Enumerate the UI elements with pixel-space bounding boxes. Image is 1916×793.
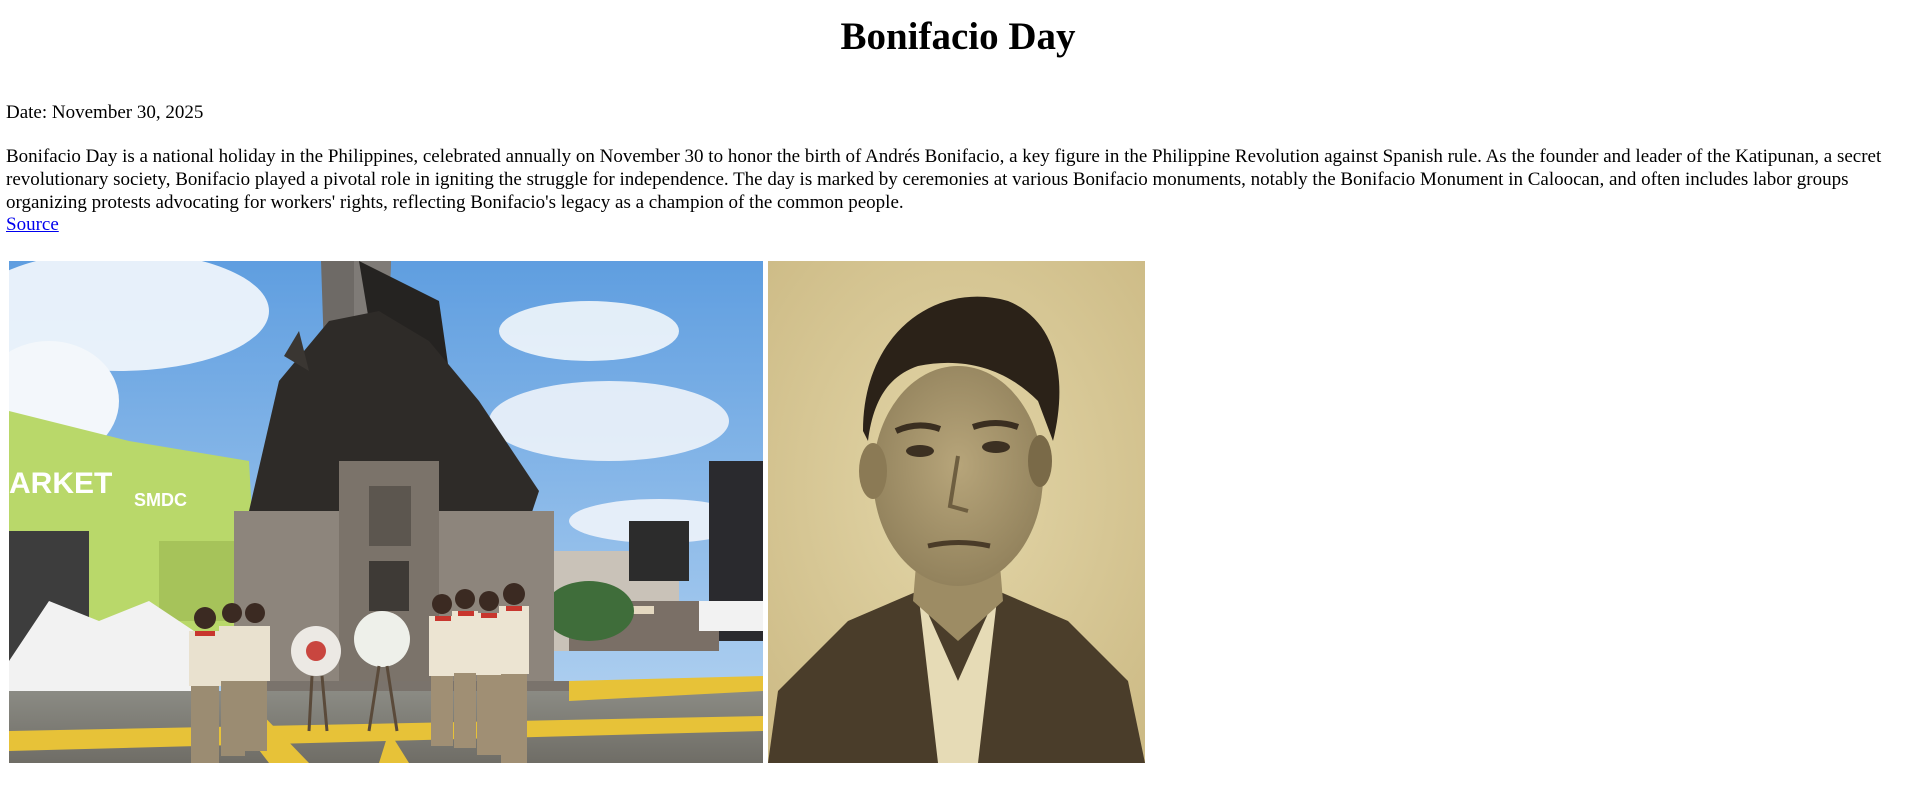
monument-illustration: ARKET SMDC <box>9 261 763 763</box>
bonifacio-monument-photo: ARKET SMDC <box>9 261 763 763</box>
source-link[interactable]: Source <box>6 214 59 236</box>
bonifacio-portrait-photo <box>768 261 1145 763</box>
smdc-sign: SMDC <box>134 490 187 510</box>
date-text: Date: November 30, 2025 <box>6 102 204 123</box>
page-title: Bonifacio Day <box>840 15 1076 58</box>
portrait-illustration <box>768 261 1145 763</box>
market-sign: ARKET <box>9 467 112 500</box>
page: Bonifacio Day Date: November 30, 2025 Bo… <box>0 14 1916 793</box>
description-paragraph: Bonifacio Day is a national holiday in t… <box>6 146 1882 213</box>
